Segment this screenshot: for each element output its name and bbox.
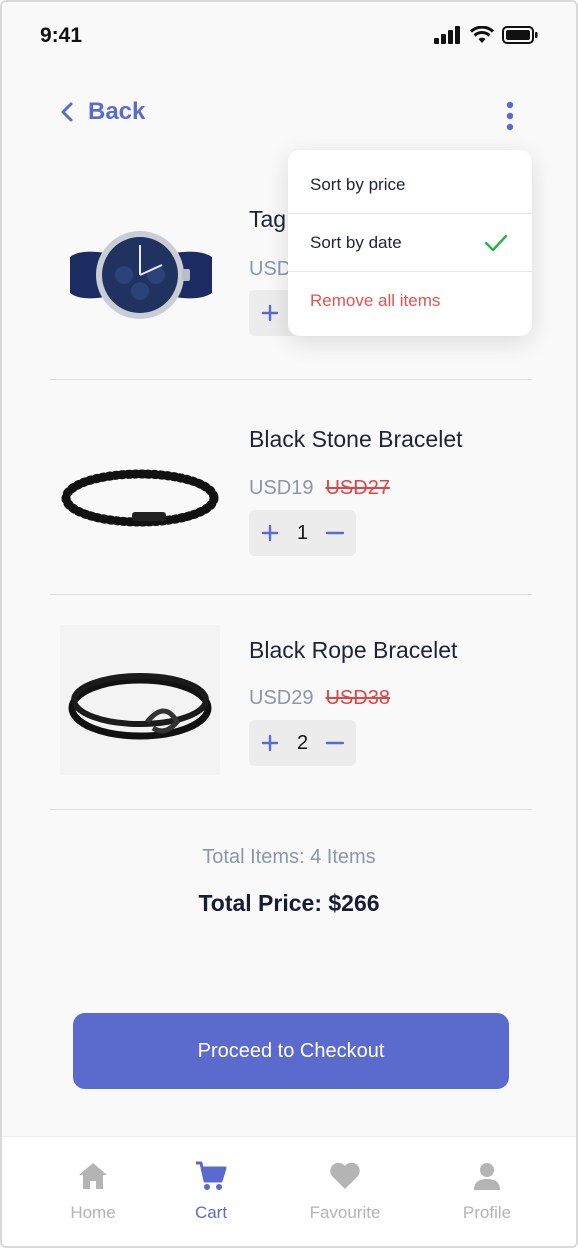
quantity-value: 1: [296, 521, 309, 544]
item-old-price: USD27: [325, 477, 390, 499]
quantity-stepper: 1: [249, 510, 356, 556]
item-old-price: USD38: [325, 687, 390, 709]
quantity-stepper: 2: [249, 720, 356, 766]
watch-image: [60, 197, 220, 347]
nav-home[interactable]: Home: [33, 1159, 153, 1223]
status-bar: 9:41: [2, 2, 576, 72]
back-label: Back: [88, 98, 146, 125]
menu-item-remove-all[interactable]: Remove all items: [288, 272, 532, 330]
item-price: USD: [249, 258, 292, 280]
menu-item-label: Sort by price: [310, 175, 406, 194]
total-price: Total Price: $266: [198, 890, 380, 916]
home-icon: [79, 1163, 107, 1189]
profile-icon: [474, 1163, 500, 1190]
price-row: USD29 USD38: [249, 687, 390, 710]
status-icons: [434, 26, 538, 44]
menu-item-sort-date[interactable]: Sort by date: [288, 214, 532, 272]
item-price: USD29: [249, 687, 314, 709]
signal-icon: [434, 26, 460, 44]
cart-icon: [196, 1161, 227, 1190]
total-items: Total Items: 4 Items: [202, 846, 376, 868]
stone-bracelet-image: [60, 420, 220, 570]
item-name: Black Rope Bracelet: [249, 637, 458, 663]
battery-icon: [502, 26, 538, 44]
cart-item: Black Rope Bracelet USD29 USD38 2: [50, 595, 532, 809]
minus-icon[interactable]: [326, 734, 344, 752]
item-name: Tag: [249, 206, 287, 232]
divider: [50, 809, 532, 810]
item-price: USD19: [249, 477, 314, 499]
quantity-value: 2: [296, 731, 309, 754]
back-button[interactable]: Back: [60, 98, 145, 126]
status-time: 9:41: [40, 24, 83, 47]
nav-label: Profile: [462, 1203, 512, 1222]
cart-item: Black Stone Bracelet USD19 USD27 1: [50, 380, 532, 594]
phone-screen: 9:41 Back Tag USD Black Stone Bracelet U…: [0, 0, 578, 1248]
nav-label: Home: [70, 1203, 116, 1222]
more-menu-button[interactable]: [500, 100, 520, 132]
price-row: USD19 USD27: [249, 477, 390, 500]
chevron-left-icon: [61, 102, 73, 122]
sort-menu: Sort by price Sort by date Remove all it…: [288, 150, 532, 336]
item-name: Black Stone Bracelet: [249, 426, 463, 452]
plus-icon[interactable]: [261, 734, 279, 752]
checkout-button[interactable]: Proceed to Checkout: [73, 1013, 509, 1089]
nav-favourite[interactable]: Favourite: [285, 1159, 405, 1223]
nav-profile[interactable]: Profile: [427, 1159, 547, 1223]
nav-label: Cart: [194, 1203, 228, 1222]
heart-icon: [330, 1162, 360, 1189]
price-row: USD: [249, 258, 291, 281]
minus-icon[interactable]: [326, 524, 344, 542]
plus-icon[interactable]: [261, 524, 279, 542]
plus-icon[interactable]: [261, 304, 279, 322]
more-vertical-icon: [506, 101, 514, 131]
check-icon: [484, 234, 508, 252]
nav-cart[interactable]: Cart: [151, 1159, 271, 1223]
wifi-icon: [470, 26, 494, 43]
bottom-nav: Home Cart Favourite Profile: [2, 1136, 576, 1246]
rope-bracelet-image: [60, 625, 220, 775]
menu-item-label: Sort by date: [310, 233, 402, 252]
menu-item-sort-price[interactable]: Sort by price: [288, 156, 532, 214]
nav-label: Favourite: [309, 1203, 381, 1222]
menu-item-label: Remove all items: [310, 291, 441, 310]
